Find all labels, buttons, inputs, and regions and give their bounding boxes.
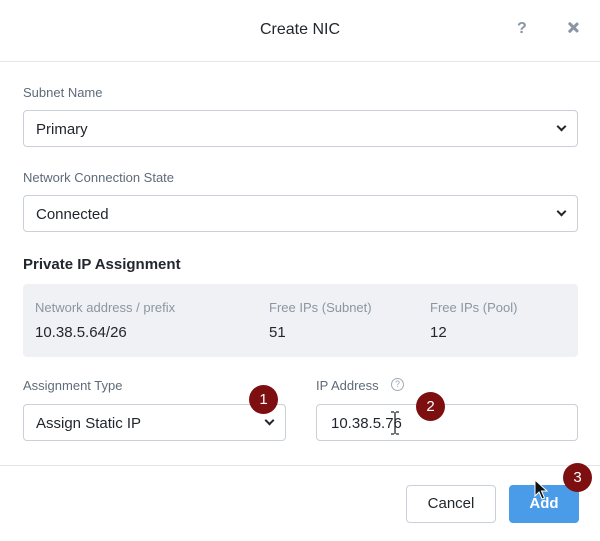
step-badge-3: 3: [563, 463, 592, 492]
assignment-type-label: Assignment Type: [23, 378, 123, 393]
cancel-button[interactable]: Cancel: [406, 485, 496, 523]
create-nic-dialog: Create NIC ? Subnet Name Primary Network…: [0, 0, 600, 541]
free-ips-pool-header: Free IPs (Pool): [430, 300, 518, 315]
step-badge-2: 2: [416, 392, 445, 421]
mouse-pointer-icon: [534, 479, 549, 500]
footer-divider: [0, 465, 600, 466]
network-prefix-value: 10.38.5.64/26: [35, 324, 127, 341]
free-ips-subnet-value: 51: [269, 324, 286, 341]
assignment-type-value: Assign Static IP: [36, 415, 142, 432]
chevron-down-icon: [557, 208, 565, 216]
step-badge-1: 1: [249, 385, 278, 414]
subnet-name-select[interactable]: Primary: [23, 110, 578, 147]
subnet-name-value: Primary: [36, 121, 88, 138]
assignment-type-select[interactable]: Assign Static IP: [23, 404, 286, 441]
ip-address-field[interactable]: [316, 404, 578, 441]
private-ip-section-title: Private IP Assignment: [23, 256, 181, 273]
ip-address-label: IP Address: [316, 378, 379, 393]
ip-address-input[interactable]: [317, 405, 577, 440]
close-icon[interactable]: [564, 18, 582, 38]
help-icon[interactable]: ?: [517, 20, 527, 38]
chevron-down-icon: [557, 123, 565, 131]
connection-state-label: Network Connection State: [23, 170, 175, 185]
dialog-header: Create NIC ?: [0, 0, 600, 62]
text-cursor-icon: [391, 411, 399, 435]
network-prefix-header: Network address / prefix: [35, 300, 176, 315]
dialog-title: Create NIC: [259, 21, 341, 38]
private-ip-info-panel: Network address / prefix 10.38.5.64/26 F…: [23, 284, 578, 357]
info-circle-icon[interactable]: ?: [391, 378, 404, 391]
connection-state-value: Connected: [36, 206, 109, 223]
connection-state-select[interactable]: Connected: [23, 195, 578, 232]
subnet-name-label: Subnet Name: [23, 85, 103, 100]
free-ips-pool-value: 12: [430, 324, 447, 341]
chevron-down-icon: [265, 417, 273, 425]
free-ips-subnet-header: Free IPs (Subnet): [269, 300, 372, 315]
